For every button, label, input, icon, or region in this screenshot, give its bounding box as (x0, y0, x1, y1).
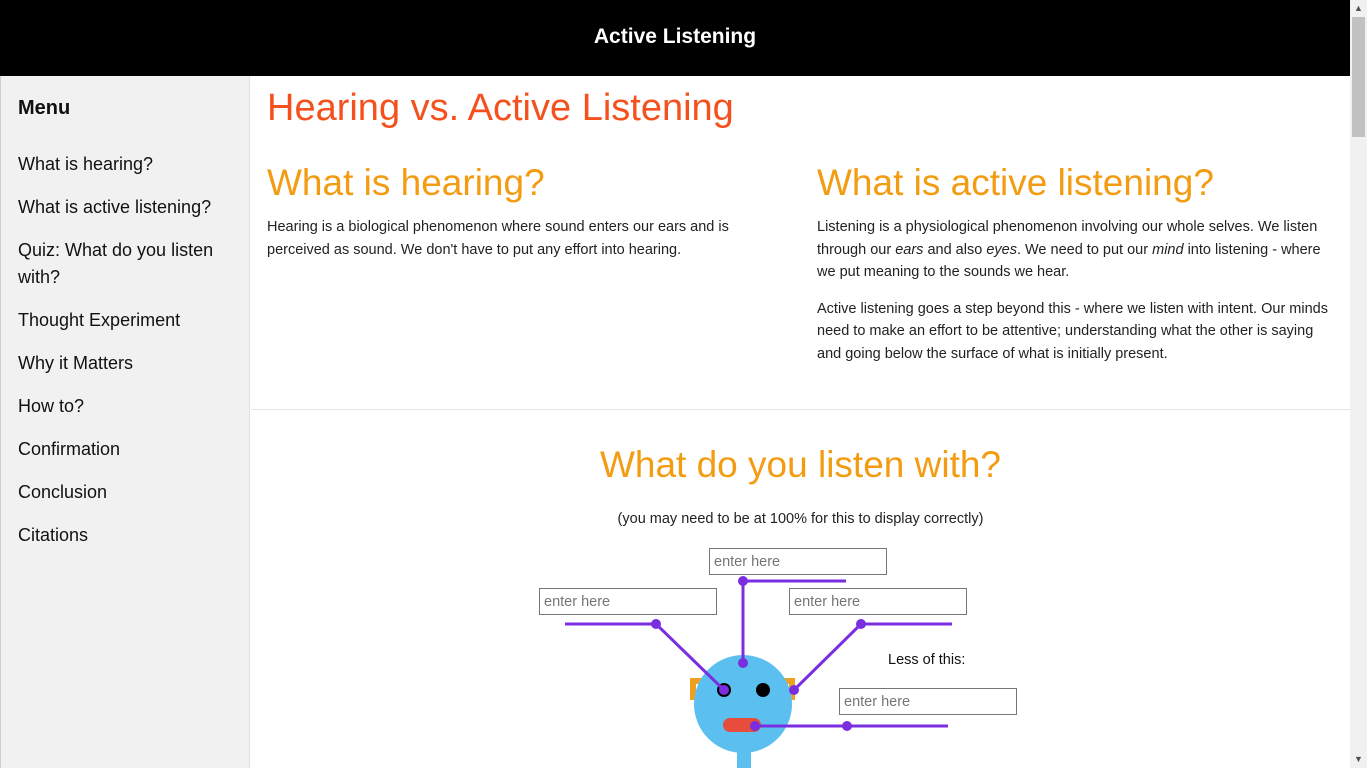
menu-item-citations[interactable]: Citations (18, 522, 243, 549)
menu-item-how-to[interactable]: How to? (18, 393, 243, 420)
quiz-note: (you may need to be at 100% for this to … (617, 511, 984, 527)
main-content: Hearing vs. Active Listening What is hea… (251, 76, 1350, 768)
neck-shape (737, 746, 751, 768)
menu-item-confirmation[interactable]: Confirmation (18, 436, 243, 463)
text-run: . We need to put our (1016, 241, 1153, 258)
menu-title: Menu (18, 97, 71, 119)
menu-item-what-is-hearing[interactable]: What is hearing? (18, 151, 243, 178)
active-listening-heading: What is active listening? (817, 162, 1214, 203)
mouth-icon (723, 718, 761, 732)
top-header: Active Listening (0, 0, 1350, 76)
less-of-this-label: Less of this: (888, 652, 966, 668)
hearing-heading: What is hearing? (267, 162, 545, 203)
face-circle (694, 655, 792, 753)
menu-item-conclusion[interactable]: Conclusion (18, 479, 243, 506)
emphasis-ears: ears (895, 241, 924, 258)
quiz-input-left[interactable] (539, 588, 717, 615)
text-run: and also (923, 241, 987, 258)
page-title: Hearing vs. Active Listening (267, 87, 734, 129)
menu-item-what-is-active-listening[interactable]: What is active listening? (18, 194, 243, 221)
quiz-input-top[interactable] (709, 548, 887, 575)
menu-item-quiz[interactable]: Quiz: What do you listen with? (18, 237, 243, 291)
quiz-heading: What do you listen with? (599, 444, 1002, 485)
hearing-section: What is hearing? Hearing is a biological… (267, 162, 787, 275)
menu-item-why-it-matters[interactable]: Why it Matters (18, 350, 243, 377)
quiz-input-right[interactable] (789, 588, 967, 615)
scroll-down-arrow-icon[interactable]: ▼ (1350, 751, 1367, 768)
menu-item-thought-experiment[interactable]: Thought Experiment (18, 307, 243, 334)
sidebar-menu: Menu What is hearing? What is active lis… (0, 76, 250, 768)
menu-list: What is hearing? What is active listenin… (18, 151, 243, 565)
active-listening-paragraph-2: Active listening goes a step beyond this… (817, 300, 1328, 362)
scroll-up-arrow-icon[interactable]: ▲ (1350, 0, 1367, 17)
emphasis-eyes: eyes (986, 241, 1017, 258)
scrollbar-thumb[interactable] (1352, 17, 1365, 137)
site-title: Active Listening (593, 25, 757, 48)
page-scrollbar[interactable]: ▲ ▼ (1350, 0, 1367, 768)
left-eye-icon (717, 683, 731, 697)
active-listening-paragraph-1: Listening is a physiological phenomenon … (817, 216, 1337, 284)
section-divider (251, 409, 1350, 410)
quiz-input-less[interactable] (839, 688, 1017, 715)
ear-icon (690, 678, 795, 700)
active-listening-section: What is active listening? Listening is a… (817, 162, 1337, 379)
hearing-paragraph: Hearing is a biological phenomenon where… (267, 219, 729, 258)
right-eye-icon (756, 683, 770, 697)
emphasis-mind: mind (1152, 241, 1184, 258)
